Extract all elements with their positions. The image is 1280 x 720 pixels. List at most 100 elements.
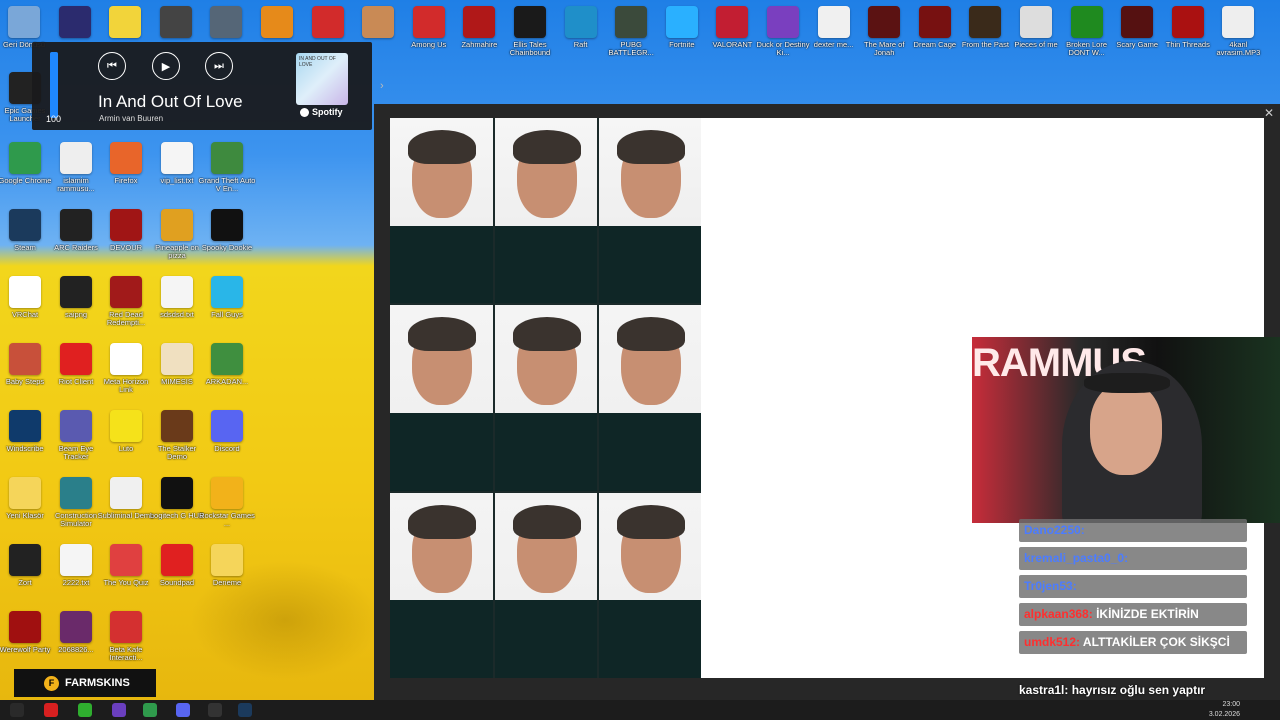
desktop-shortcut[interactable]: Luto [98, 410, 154, 453]
desktop-shortcut[interactable]: VALORANT [704, 6, 760, 49]
desktop-shortcut[interactable]: From the Past [957, 6, 1013, 49]
desktop-shortcut[interactable]: The You Quiz [98, 544, 154, 587]
desktop-shortcut[interactable]: The Mare of Jonah [856, 6, 912, 57]
desktop-shortcut[interactable]: 4kanl avrasim.MP3 [1210, 6, 1266, 57]
app-icon [161, 209, 193, 241]
close-icon[interactable]: ✕ [1264, 106, 1274, 120]
desktop-shortcut[interactable]: Duck or Destiny Ki... [755, 6, 811, 57]
previous-track-button[interactable]: ⏮ [98, 52, 126, 80]
desktop-shortcut[interactable]: Discord [199, 410, 255, 453]
desktop-shortcut[interactable]: Fall Guys [199, 276, 255, 319]
clock-date: 3.02.2026 [1208, 711, 1240, 718]
desktop-shortcut[interactable]: Riot Client [48, 343, 104, 386]
desktop-shortcut[interactable]: Beta Kafe Interacti... [98, 611, 154, 662]
app-icon [9, 410, 41, 442]
desktop-shortcut[interactable]: Raft [553, 6, 609, 49]
desktop-shortcut[interactable]: islamim rammusu... [48, 142, 104, 193]
app-icon[interactable] [44, 703, 58, 717]
desktop-shortcut[interactable]: Logitech G HUB [149, 477, 205, 520]
app-icon[interactable] [78, 703, 92, 717]
desktop-shortcut[interactable]: Steam [0, 209, 53, 252]
steam-icon[interactable] [238, 703, 252, 717]
app-icon[interactable] [112, 703, 126, 717]
volume-bar[interactable] [50, 52, 58, 118]
desktop-shortcut[interactable]: Fortnite [654, 6, 710, 49]
discord-icon[interactable] [176, 703, 190, 717]
start-icon[interactable] [10, 703, 24, 717]
desktop-shortcut[interactable] [350, 6, 406, 41]
shortcut-label: Zort [18, 579, 32, 587]
chat-text: ALTTAKİLER ÇOK SİKŞCİ [1082, 635, 1230, 649]
hair [617, 504, 686, 539]
desktop-shortcut[interactable]: Google Chrome [0, 142, 53, 185]
desktop-shortcut[interactable]: Grand Theft Auto V En... [199, 142, 255, 193]
desktop-shortcut[interactable]: Beam Eye Tracker [48, 410, 104, 461]
desktop-shortcut[interactable] [97, 6, 153, 41]
shortcut-label: Among Us [411, 41, 447, 49]
desktop-shortcut[interactable]: Broken Lore DONT W... [1059, 6, 1115, 57]
next-track-button[interactable]: ⏭ [205, 52, 233, 80]
desktop-shortcut[interactable]: Scary Game [1109, 6, 1165, 49]
app-icon [817, 6, 850, 38]
desktop-shortcut[interactable]: Pineapple on pizza [149, 209, 205, 260]
desktop-shortcut[interactable]: ARC Raiders [48, 209, 104, 252]
desktop-shortcut[interactable]: vip_list.txt [149, 142, 205, 185]
desktop-shortcut[interactable]: Windscribe [0, 410, 53, 453]
desktop-shortcut[interactable]: Dream Cage [907, 6, 963, 49]
desktop-shortcut[interactable]: Rockstar Games ... [199, 477, 255, 528]
desktop-shortcut[interactable] [148, 6, 204, 41]
desktop-shortcut[interactable]: PUBG BATTLEGR... [603, 6, 659, 57]
desktop-shortcut[interactable]: Red Dead Redempti... [98, 276, 154, 327]
hair [512, 317, 581, 352]
desktop-shortcut[interactable] [300, 6, 356, 41]
desktop-shortcut[interactable]: Among Us [401, 6, 457, 49]
desktop-shortcut[interactable]: Pieces of me [1008, 6, 1064, 49]
desktop-shortcut[interactable]: saipng [48, 276, 104, 319]
play-button[interactable]: ▶ [152, 52, 180, 80]
app-icon [211, 410, 243, 442]
chat-message: Tr0jen53: [1019, 575, 1247, 598]
desktop-shortcut[interactable]: Meta Horizon Link [98, 343, 154, 394]
desktop-shortcut[interactable]: Werewolf Party [0, 611, 53, 654]
desktop-shortcut[interactable]: Firefox [98, 142, 154, 185]
desktop-shortcut[interactable]: Zort [0, 544, 53, 587]
taskbar-clock[interactable]: 23:00 3.02.2026 [1209, 700, 1240, 720]
app-icon[interactable] [208, 703, 222, 717]
desktop-shortcut[interactable]: 2222.txt [48, 544, 104, 587]
desktop-shortcut[interactable]: Zahmahire [451, 6, 507, 49]
shirt [494, 225, 598, 304]
desktop-shortcut[interactable]: Thin Threads [1160, 6, 1216, 49]
desktop-shortcut[interactable]: Soundpad [149, 544, 205, 587]
desktop-shortcut[interactable] [198, 6, 254, 41]
shirt [390, 600, 493, 678]
desktop-shortcut[interactable]: The Stalker Demo [149, 410, 205, 461]
desktop-shortcut[interactable]: Deneme [199, 544, 255, 587]
desktop-shortcut[interactable]: Spooky Dookie [199, 209, 255, 252]
app-icon [9, 209, 41, 241]
app-icon [110, 477, 142, 509]
album-cover-text: IN AND OUT OF LOVE [299, 56, 336, 68]
desktop-shortcut[interactable]: sdsdsd.txt [149, 276, 205, 319]
desktop-shortcut[interactable] [47, 6, 103, 41]
hair [512, 130, 581, 164]
desktop-shortcut[interactable]: dexter me... [806, 6, 862, 49]
portrait-photo [494, 305, 598, 491]
app-icon [211, 343, 243, 375]
desktop-shortcut[interactable]: Subliminal Demo [98, 477, 154, 520]
desktop-shortcut[interactable]: 2068826... [48, 611, 104, 654]
desktop-shortcut[interactable]: Construction Simulator [48, 477, 104, 528]
app-icon [311, 6, 344, 38]
desktop-shortcut[interactable]: DEVOUR [98, 209, 154, 252]
desktop-shortcut[interactable]: Baby Steps [0, 343, 53, 386]
chrome-icon[interactable] [143, 703, 157, 717]
app-icon [1171, 6, 1204, 38]
app-icon [60, 343, 92, 375]
desktop-shortcut[interactable]: Ellis Tales Chainbound [502, 6, 558, 57]
desktop-shortcut[interactable]: Yeni Klasör [0, 477, 53, 520]
app-icon [716, 6, 749, 38]
chevron-right-icon[interactable]: › [380, 80, 384, 92]
desktop-shortcut[interactable]: VRChat [0, 276, 53, 319]
desktop-shortcut[interactable]: ARKADAN... [199, 343, 255, 386]
desktop-shortcut[interactable]: MIMESIS [149, 343, 205, 386]
desktop-shortcut[interactable] [249, 6, 305, 41]
